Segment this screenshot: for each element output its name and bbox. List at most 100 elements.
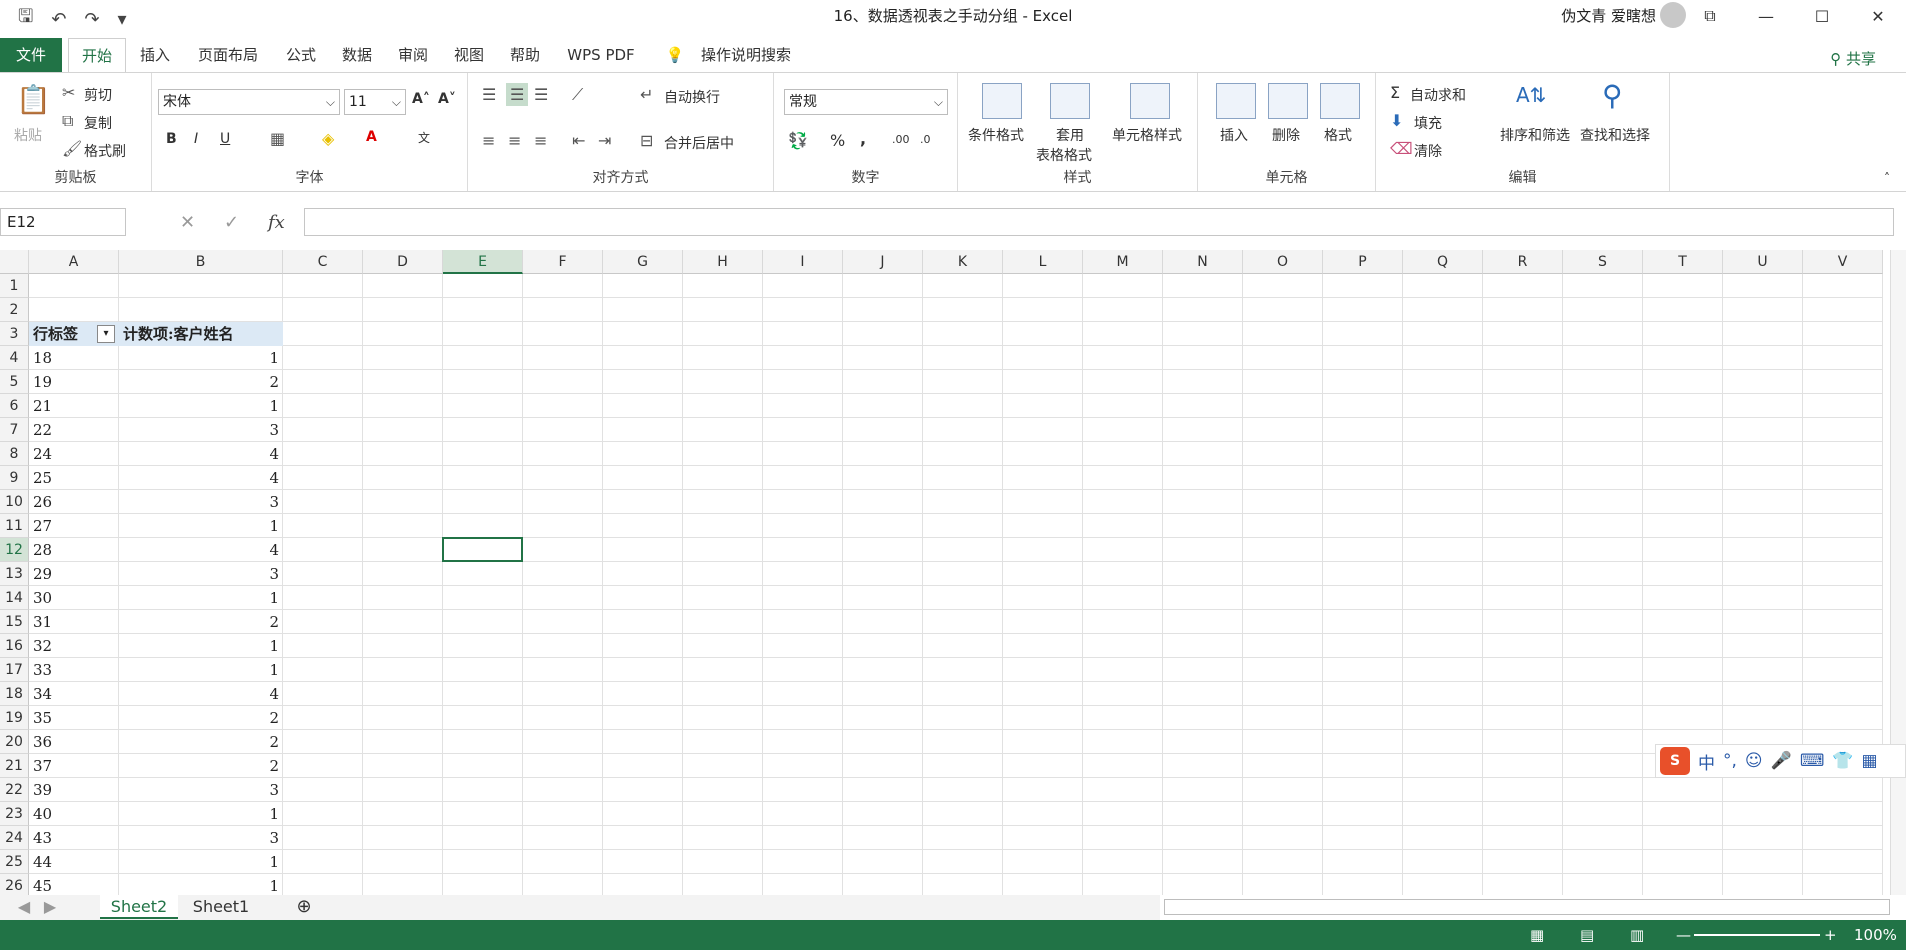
column-header-l[interactable]: L — [1003, 250, 1083, 274]
pivot-row-label[interactable]: 31 — [29, 610, 119, 634]
wrap-text-icon[interactable]: ↵ — [640, 85, 653, 104]
active-cell-selection[interactable] — [442, 537, 523, 562]
column-header-i[interactable]: I — [763, 250, 843, 274]
comma-icon[interactable]: , — [860, 129, 866, 148]
user-name[interactable]: 伪文青 爱瞎想 — [1561, 5, 1656, 26]
column-header-s[interactable]: S — [1563, 250, 1643, 274]
tell-me-search[interactable]: 操作说明搜索 — [692, 38, 800, 72]
zoom-in-icon[interactable]: + — [1824, 926, 1837, 944]
name-box[interactable]: E12 — [0, 208, 126, 236]
pivot-row-label[interactable]: 28 — [29, 538, 119, 562]
column-header-o[interactable]: O — [1243, 250, 1323, 274]
collapse-ribbon-icon[interactable]: ˄ — [1884, 171, 1890, 185]
column-header-t[interactable]: T — [1643, 250, 1723, 274]
align-right-icon[interactable]: ≡ — [534, 131, 547, 150]
find-select-button[interactable]: 查找和选择 — [1580, 125, 1650, 145]
pivot-row-count[interactable]: 2 — [119, 730, 283, 754]
pivot-row-count[interactable]: 1 — [119, 514, 283, 538]
pivot-row-label[interactable]: 40 — [29, 802, 119, 826]
row-header-20[interactable]: 20 — [0, 730, 29, 754]
pivot-row-label[interactable]: 24 — [29, 442, 119, 466]
align-center-icon[interactable]: ≡ — [508, 131, 521, 150]
row-header-7[interactable]: 7 — [0, 418, 29, 442]
sheet-tab-sheet2[interactable]: Sheet2 — [100, 895, 178, 919]
italic-icon[interactable]: I — [194, 131, 198, 147]
phonetic-icon[interactable]: 文 — [418, 129, 430, 146]
pivot-row-label[interactable]: 36 — [29, 730, 119, 754]
font-size-select[interactable]: 11 ⌵ — [344, 89, 406, 115]
pivot-row-count[interactable]: 4 — [119, 538, 283, 562]
formula-input[interactable] — [304, 208, 1894, 236]
increase-indent-icon[interactable]: ⇥ — [598, 131, 611, 150]
maximize-icon[interactable]: ☐ — [1794, 0, 1850, 32]
row-header-13[interactable]: 13 — [0, 562, 29, 586]
tab-formulas[interactable]: 公式 — [278, 38, 324, 72]
font-name-select[interactable]: 宋体 ⌵ — [158, 89, 340, 115]
column-header-j[interactable]: J — [843, 250, 923, 274]
decrease-font-icon[interactable]: A˅ — [438, 91, 456, 107]
pivot-row-count[interactable]: 1 — [119, 658, 283, 682]
conditional-format-icon[interactable] — [982, 83, 1022, 119]
vertical-scrollbar[interactable] — [1890, 250, 1906, 895]
column-header-p[interactable]: P — [1323, 250, 1403, 274]
pivot-row-label[interactable]: 29 — [29, 562, 119, 586]
pivot-row-label[interactable]: 22 — [29, 418, 119, 442]
pivot-row-count[interactable]: 2 — [119, 706, 283, 730]
increase-font-icon[interactable]: A˄ — [412, 91, 430, 107]
pivot-row-count[interactable]: 4 — [119, 466, 283, 490]
number-format-select[interactable]: 常规 ⌵ — [784, 89, 948, 115]
close-icon[interactable]: ✕ — [1850, 0, 1906, 32]
brush-icon[interactable]: 🖌 — [62, 139, 82, 158]
row-header-8[interactable]: 8 — [0, 442, 29, 466]
row-header-17[interactable]: 17 — [0, 658, 29, 682]
next-sheet-icon[interactable]: ▶ — [40, 895, 60, 919]
column-header-b[interactable]: B — [119, 250, 283, 274]
pivot-row-label[interactable]: 27 — [29, 514, 119, 538]
zoom-out-icon[interactable]: — — [1676, 926, 1691, 944]
skin-icon[interactable]: 👕 — [1832, 751, 1853, 771]
pivot-row-label[interactable]: 25 — [29, 466, 119, 490]
emoji-icon[interactable]: ☺ — [1745, 751, 1763, 771]
punctuation-icon[interactable]: °, — [1723, 751, 1737, 771]
align-top-icon[interactable]: ☰ — [482, 85, 496, 104]
column-header-m[interactable]: M — [1083, 250, 1163, 274]
horizontal-scrollbar[interactable] — [1164, 899, 1890, 915]
minimize-icon[interactable]: — — [1738, 0, 1794, 32]
align-left-icon[interactable]: ≡ — [482, 131, 495, 150]
column-header-v[interactable]: V — [1803, 250, 1883, 274]
pivot-row-label[interactable]: 39 — [29, 778, 119, 802]
pivot-row-count[interactable]: 3 — [119, 562, 283, 586]
pivot-row-label[interactable]: 45 — [29, 874, 119, 895]
copy-button[interactable]: 复制 — [84, 113, 112, 133]
row-header-9[interactable]: 9 — [0, 466, 29, 490]
pivot-row-count[interactable]: 1 — [119, 346, 283, 370]
row-header-21[interactable]: 21 — [0, 754, 29, 778]
column-header-n[interactable]: N — [1163, 250, 1243, 274]
pivot-value-header[interactable]: 计数项:客户姓名 — [119, 322, 283, 346]
tab-home[interactable]: 开始 — [68, 38, 126, 72]
pivot-row-label[interactable]: 43 — [29, 826, 119, 850]
tab-help[interactable]: 帮助 — [502, 38, 548, 72]
lightbulb-icon[interactable]: 💡 — [664, 38, 686, 72]
insert-cells-button[interactable]: 插入 — [1220, 125, 1248, 145]
bold-icon[interactable]: B — [166, 131, 177, 147]
underline-icon[interactable]: U — [220, 131, 230, 147]
menu-grid-icon[interactable]: ▦ — [1862, 751, 1878, 771]
pivot-row-count[interactable]: 4 — [119, 442, 283, 466]
cancel-icon[interactable]: ✕ — [180, 212, 195, 233]
share-button[interactable]: ⚲ 共享 — [1830, 48, 1876, 69]
worksheet-grid[interactable]: A B C D E F G H I J K L M N O P Q R S T U V 1 2 3 4 5 6 7 8 9 10 11 12 13 1… — [0, 250, 1890, 895]
sort-filter-icon[interactable]: A⇅ — [1516, 83, 1546, 107]
filter-dropdown-icon[interactable]: ▾ — [97, 325, 115, 343]
pivot-row-label[interactable]: 32 — [29, 634, 119, 658]
align-bottom-icon[interactable]: ☰ — [534, 85, 548, 104]
insert-cells-icon[interactable] — [1216, 83, 1256, 119]
fill-button[interactable]: 填充 — [1414, 113, 1442, 133]
eraser-icon[interactable]: ⌫ — [1390, 139, 1413, 158]
conditional-format-button[interactable]: 条件格式 — [968, 125, 1024, 145]
pivot-row-count[interactable]: 3 — [119, 490, 283, 514]
enter-icon[interactable]: ✓ — [224, 212, 239, 233]
row-header-4[interactable]: 4 — [0, 346, 29, 370]
row-header-14[interactable]: 14 — [0, 586, 29, 610]
row-header-22[interactable]: 22 — [0, 778, 29, 802]
